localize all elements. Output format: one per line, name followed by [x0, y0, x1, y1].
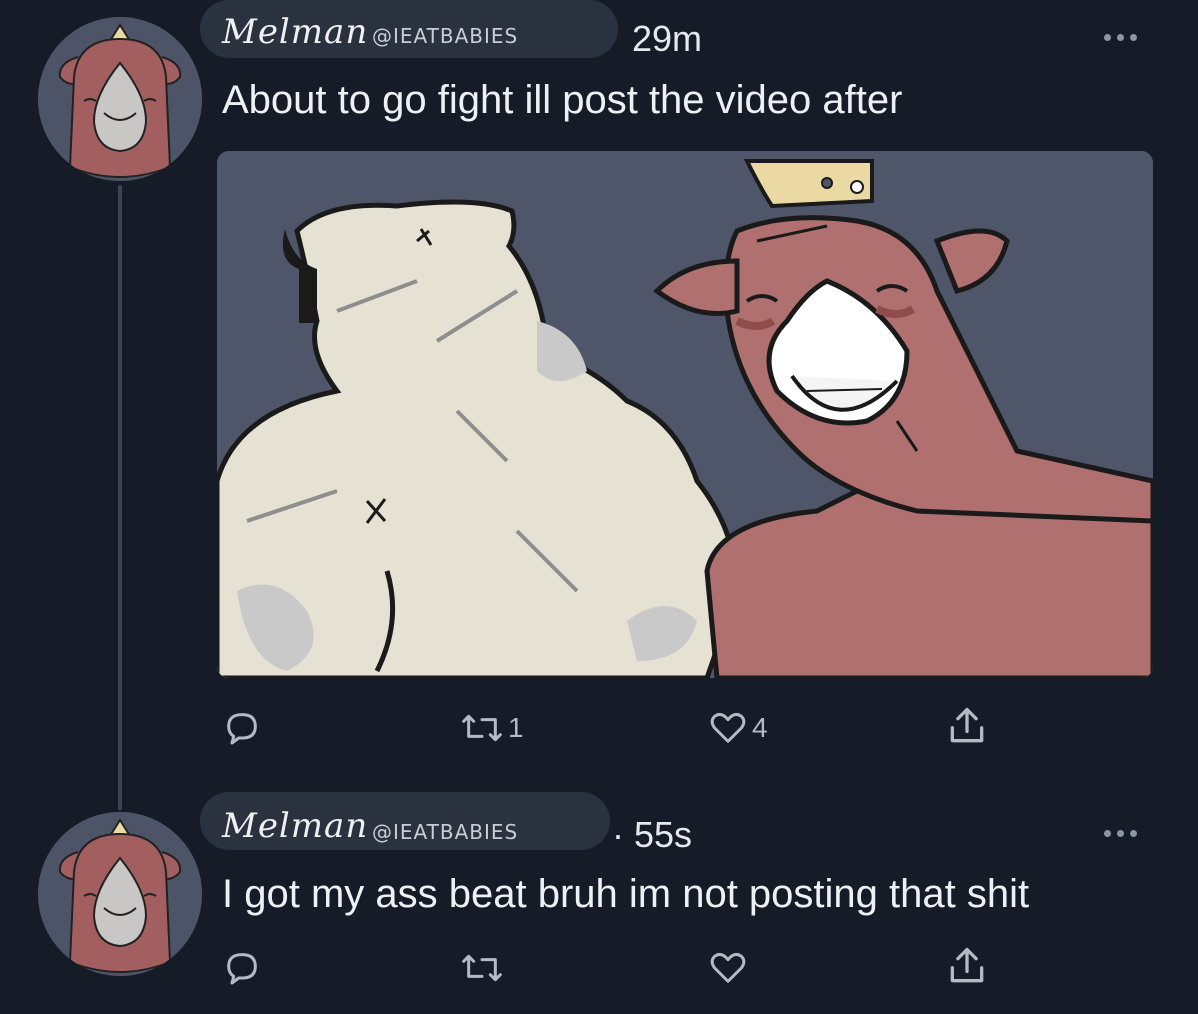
tweet-media-image[interactable] — [217, 151, 1153, 678]
avatar[interactable] — [38, 812, 202, 976]
reply-icon — [227, 953, 257, 985]
retweet-count: 1 — [508, 712, 524, 743]
reply-icon — [227, 713, 257, 745]
cow-avatar-image — [38, 812, 202, 976]
heart-icon — [710, 952, 746, 983]
user-handle[interactable]: @IEATBABIES — [372, 24, 518, 48]
tweet-timestamp[interactable]: 29m — [632, 18, 702, 60]
tweet-text: About to go fight ill post the video aft… — [222, 78, 903, 122]
bear-and-cow-illustration — [217, 151, 1153, 678]
cow-avatar-image — [38, 17, 202, 181]
avatar[interactable] — [38, 17, 202, 181]
tweet-text: I got my ass beat bruh im not posting th… — [222, 872, 1030, 916]
retweet-icon — [462, 954, 502, 982]
like-button[interactable] — [708, 948, 752, 988]
tweet-timestamp[interactable]: · 55s — [612, 814, 692, 856]
retweet-button[interactable]: 1 — [460, 708, 524, 748]
display-name[interactable]: Melman — [222, 12, 368, 52]
share-icon — [950, 707, 984, 743]
reply-button[interactable] — [222, 708, 266, 748]
retweet-button[interactable] — [460, 948, 508, 988]
more-icon[interactable] — [1100, 30, 1140, 44]
like-count: 4 — [752, 712, 768, 743]
heart-icon — [710, 712, 746, 743]
share-icon — [950, 947, 984, 983]
like-button[interactable]: 4 — [708, 708, 768, 748]
user-handle[interactable]: @IEATBABIES — [372, 820, 518, 844]
share-button[interactable] — [945, 704, 989, 748]
reply-button[interactable] — [222, 948, 266, 988]
thread-connector-line — [118, 185, 122, 810]
retweet-icon — [462, 714, 502, 742]
display-name[interactable]: Melman — [222, 806, 368, 846]
more-icon[interactable] — [1100, 826, 1140, 840]
share-button[interactable] — [945, 944, 989, 988]
